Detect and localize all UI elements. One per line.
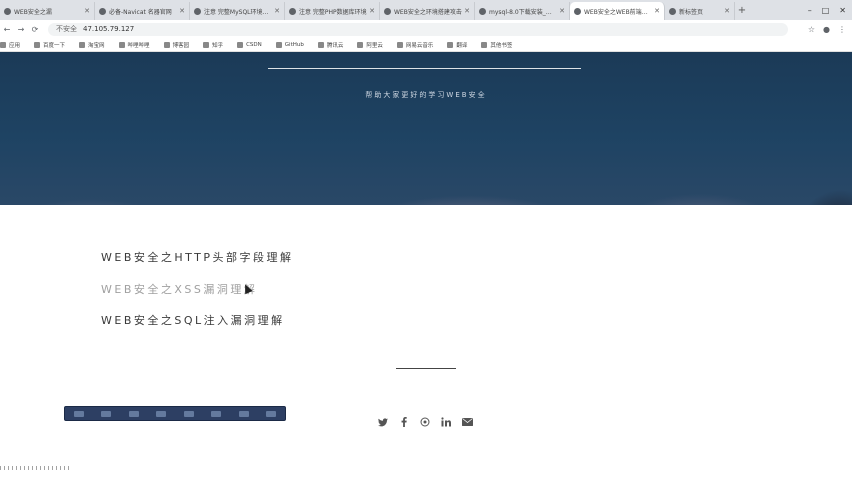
bookmark-item[interactable]: 阿里云	[357, 41, 383, 49]
bookmark-icon	[275, 41, 282, 48]
tab-favicon-icon	[289, 7, 296, 15]
bookmark-item[interactable]: 其他书签	[481, 41, 512, 49]
bookmark-icon	[34, 41, 41, 48]
maximize-button[interactable]: □	[822, 6, 830, 15]
toolbar-button[interactable]	[73, 410, 84, 417]
apps-icon	[0, 41, 6, 48]
recording-toolbar	[64, 406, 286, 421]
toolbar-button[interactable]	[238, 410, 249, 417]
security-label[interactable]: 不安全	[56, 24, 77, 34]
hero-divider	[268, 68, 581, 69]
bookmark-item[interactable]: 翻译	[447, 41, 467, 49]
bookmark-icon	[447, 41, 454, 48]
close-window-button[interactable]: ✕	[839, 6, 846, 15]
browser-tab[interactable]: 新标签页 ✕	[665, 2, 735, 20]
article-link-http[interactable]: WEB安全之HTTP头部字段理解	[101, 249, 294, 265]
bookmark-item[interactable]: 腾讯云	[317, 41, 343, 49]
browser-tab[interactable]: 注意 完整MySQL环境搭建 ✕	[190, 2, 285, 20]
bookmark-item[interactable]: 网易云音乐	[396, 41, 433, 49]
bookmark-item[interactable]: 知乎	[203, 41, 223, 49]
bookmark-icon	[118, 41, 125, 48]
close-icon[interactable]: ✕	[369, 7, 375, 15]
tab-favicon-icon	[99, 7, 106, 15]
tab-favicon-icon	[574, 7, 581, 15]
bookmark-icon	[317, 41, 324, 48]
browser-tab-bar: WEB安全之漏 ✕ 必备-Navicat 名器官网 ✕ 注意 完整MySQL环境搭建…	[0, 0, 852, 20]
tab-favicon-icon	[4, 7, 11, 15]
back-arrow-icon[interactable]: ←	[0, 25, 14, 34]
browser-tab[interactable]: WEB安全之漏 ✕	[0, 2, 95, 20]
section-divider	[396, 368, 456, 369]
tab-favicon-icon	[384, 7, 391, 15]
toolbar-button[interactable]	[211, 410, 222, 417]
new-tab-button[interactable]: +	[735, 5, 749, 16]
bookmark-item[interactable]: CSDN	[237, 41, 262, 48]
tab-favicon-icon	[479, 7, 486, 15]
browser-tab[interactable]: mysql-8.0下载安装_数据库 ✕	[475, 2, 570, 20]
bookmark-icon	[163, 41, 170, 48]
article-link-sql[interactable]: WEB安全之SQL注入漏洞理解	[101, 312, 285, 328]
browser-tab[interactable]: 必备-Navicat 名器官网 ✕	[95, 2, 190, 20]
close-icon[interactable]: ✕	[179, 7, 185, 15]
url-input[interactable]: 不安全 47.105.79.127	[48, 22, 788, 36]
tab-favicon-icon	[194, 7, 201, 15]
star-icon[interactable]: ☆	[808, 25, 815, 34]
tab-favicon-icon	[669, 7, 676, 15]
bookmark-item[interactable]: 应用	[0, 41, 20, 49]
url-text: 47.105.79.127	[83, 25, 135, 33]
close-icon[interactable]: ✕	[724, 7, 730, 15]
address-bar-row: ← → ⟳ 不安全 47.105.79.127 ☆ ● ⋮	[0, 20, 852, 38]
bookmark-item[interactable]: 百度一下	[34, 41, 65, 49]
email-icon[interactable]	[461, 416, 473, 428]
article-link-xss[interactable]: WEB安全之XSS漏洞理解	[101, 281, 257, 297]
close-icon[interactable]: ✕	[654, 7, 660, 15]
close-icon[interactable]: ✕	[464, 7, 470, 15]
power-icon[interactable]	[266, 410, 277, 417]
twitter-icon[interactable]	[377, 416, 389, 428]
bookmark-item[interactable]: 淘宝网	[79, 41, 105, 49]
folder-icon	[481, 41, 488, 48]
social-links	[377, 416, 473, 428]
toolbar-button[interactable]	[156, 410, 167, 417]
browser-tab[interactable]: WEB安全之环境搭建攻击 ✕	[380, 2, 475, 20]
bookmark-item[interactable]: GitHub	[275, 41, 304, 48]
toolbar-button[interactable]	[183, 410, 194, 417]
menu-icon[interactable]: ⋮	[838, 25, 846, 34]
browser-tab-active[interactable]: WEB安全之WEB前端安全攻防✕	[570, 2, 665, 20]
bookmarks-bar: 应用 百度一下 淘宝网 哔哩哔哩 博客园 知乎 CSDN GitHub 腾讯云 …	[0, 38, 852, 52]
hero-banner: 帮助大家更好的学习WEB安全	[0, 52, 852, 205]
close-icon[interactable]: ✕	[559, 7, 565, 15]
close-icon[interactable]: ✕	[274, 7, 280, 15]
reload-icon[interactable]: ⟳	[28, 25, 42, 34]
bookmark-icon	[79, 41, 86, 48]
profile-icon[interactable]: ●	[823, 25, 830, 34]
browser-actions: ☆ ● ⋮	[808, 25, 852, 34]
facebook-icon[interactable]	[398, 416, 410, 428]
browser-tab[interactable]: 注意 完整PHP数据库环境 ✕	[285, 2, 380, 20]
weibo-icon[interactable]	[419, 416, 431, 428]
close-icon[interactable]: ✕	[84, 7, 90, 15]
linkedin-icon[interactable]	[440, 416, 452, 428]
bookmark-icon	[357, 41, 364, 48]
taskbar-dots	[0, 466, 70, 470]
toolbar-button[interactable]	[101, 410, 112, 417]
bookmark-icon	[203, 41, 210, 48]
forward-arrow-icon[interactable]: →	[14, 25, 28, 34]
minimize-button[interactable]: –	[808, 6, 812, 15]
window-controls: – □ ✕	[808, 6, 852, 15]
hero-subtitle: 帮助大家更好的学习WEB安全	[365, 91, 487, 99]
toolbar-button[interactable]	[128, 410, 139, 417]
bookmark-item[interactable]: 哔哩哔哩	[118, 41, 150, 49]
bookmark-item[interactable]: 博客园	[163, 41, 189, 49]
bookmark-icon	[237, 41, 244, 48]
bookmark-icon	[396, 41, 403, 48]
